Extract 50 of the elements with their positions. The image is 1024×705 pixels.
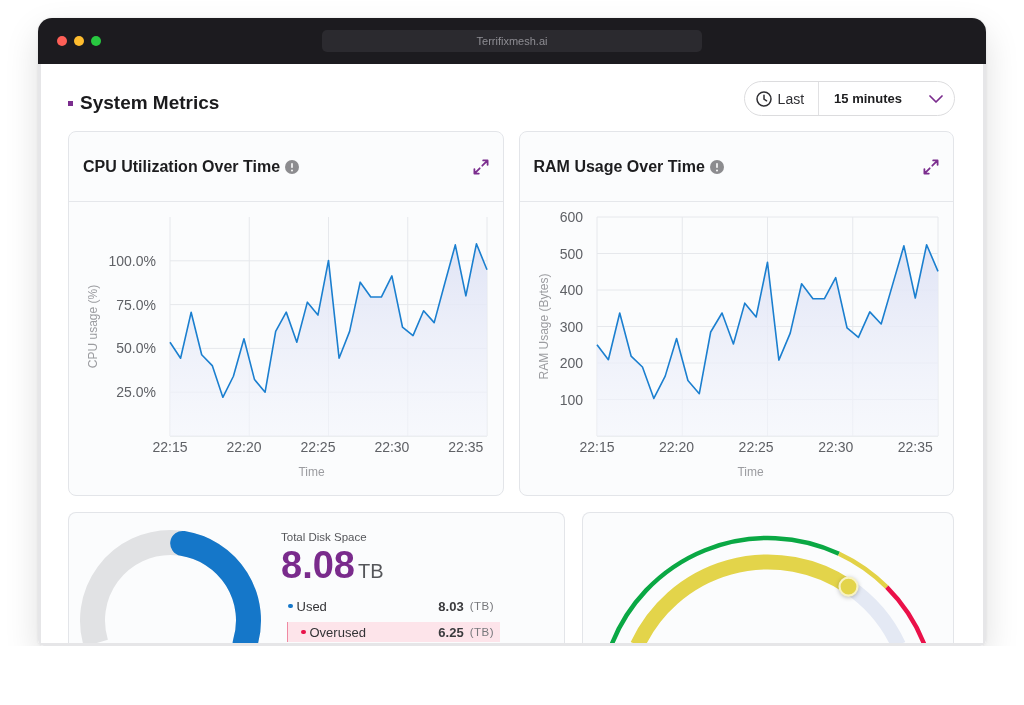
clock-icon [755,90,772,107]
axis-tick-label: 50.0% [116,340,156,357]
disk-label: Total Disk Space [281,530,367,544]
axis-tick-label: 22:30 [374,439,410,455]
axis-title: CPU usage (%) [86,284,100,369]
axis-tick-label: 200 [559,355,583,371]
chevron-down-icon [929,94,943,103]
window-maximize-icon[interactable] [91,36,101,46]
card-title: CPU Utilization Over Time [83,157,281,176]
page-title: System Metrics [80,92,220,114]
time-range-dropdown[interactable]: 15 minutes [819,82,954,115]
axis-tick-label: 22:15 [579,439,614,455]
legend-unit: (TB) [469,600,494,612]
axis-tick-label: 100.0% [108,252,156,269]
time-range-label: Last [777,90,805,107]
axis-tick-label: 75.0% [116,296,156,313]
disk-total-value: 8.08 [281,546,355,584]
exclamation-circle-icon[interactable] [285,159,300,174]
axis-title: Time [298,465,325,479]
axis-title: RAM Usage (Bytes) [536,273,551,380]
axis-tick-label: 22:35 [448,439,484,455]
axis-tick-label: 300 [559,318,583,335]
disk-total-unit: TB [357,559,384,584]
axis-tick-label: 100 [559,391,583,408]
window-minimize-icon[interactable] [74,36,84,46]
expand-icon[interactable] [472,158,489,175]
axis-tick-label: 22:20 [226,439,262,455]
axis-title: Time [736,465,764,479]
axis-tick-label: 22:30 [817,439,853,455]
axis-tick-label: 500 [559,245,583,262]
legend-unit: (TB) [469,626,494,638]
gauge-knob [838,576,859,597]
axis-tick-label: 22:15 [152,439,188,455]
legend-label: Overused [309,624,366,640]
axis-tick-label: 600 [559,209,583,225]
window-close-icon[interactable] [57,36,67,46]
square-bullet-icon [68,100,73,106]
card-title: RAM Usage Over Time [533,157,705,176]
legend-value: 6.25 [438,624,464,640]
axis-tick-label: 22:25 [738,439,774,455]
axis-tick-label: 22:35 [897,439,933,455]
axis-tick-label: 22:25 [300,439,336,455]
expand-icon[interactable] [923,158,939,175]
axis-tick-label: 22:20 [658,439,694,455]
address-bar[interactable]: Terrifixmesh.ai [322,30,702,52]
axis-tick-label: 400 [559,282,583,298]
legend-value: 8.03 [438,598,464,614]
legend-label: Used [296,598,327,614]
exclamation-circle-icon[interactable] [709,159,724,174]
axis-tick-label: 25.0% [116,384,156,401]
